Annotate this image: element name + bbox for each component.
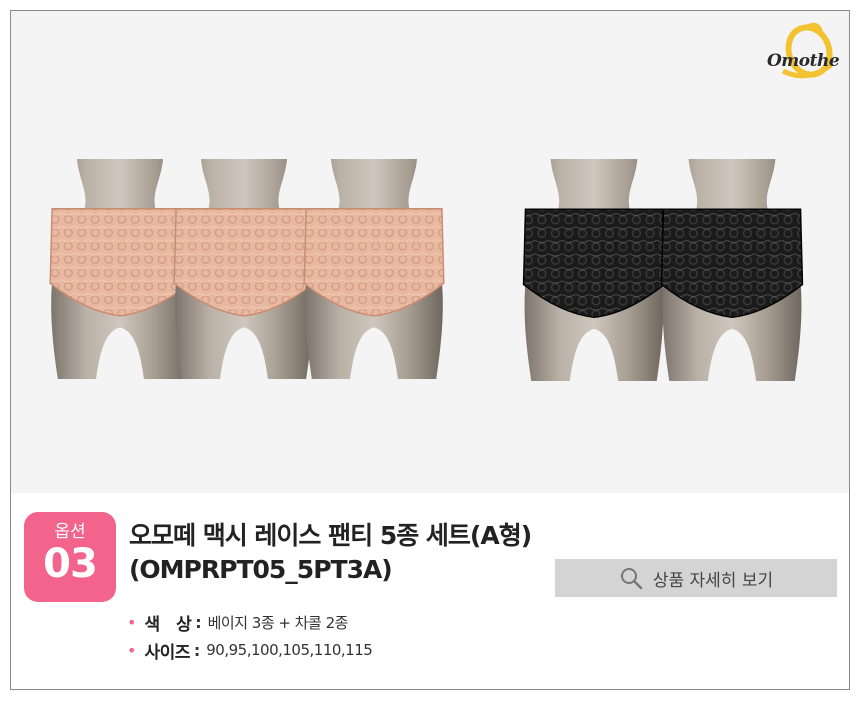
- option-badge: 옵션 03: [24, 512, 116, 602]
- product-image-beige-2: [173, 159, 315, 379]
- spec-label-size: 사이즈: [144, 642, 190, 663]
- product-info: 옵션 03 오모떼 맥시 레이스 팬티 5종 세트(A형) (OMPRPT05_…: [11, 493, 849, 689]
- bullet-icon: •: [127, 612, 137, 632]
- omothe-logo: Omothe: [759, 21, 840, 83]
- spec-separator: :: [193, 640, 201, 660]
- spec-separator: :: [195, 612, 202, 632]
- spec-label-color: 색 상: [144, 614, 192, 635]
- product-specs: • 색 상 : 베이지 3종 + 차콜 2종 • 사이즈 : 90,95,100…: [127, 608, 373, 664]
- spec-row-size: • 사이즈 : 90,95,100,105,110,115: [127, 636, 373, 664]
- spec-row-color: • 색 상 : 베이지 3종 + 차콜 2종: [127, 608, 372, 636]
- logo-text: Omothe: [767, 51, 840, 71]
- view-details-button[interactable]: 상품 자세히 보기: [555, 559, 837, 597]
- product-title: 오모떼 맥시 레이스 팬티 5종 세트(A형) (OMPRPT05_5PT3A): [129, 519, 532, 587]
- product-photo-area: Omothe: [11, 11, 849, 493]
- bullet-icon: •: [127, 640, 137, 660]
- option-label: 옵션: [54, 522, 86, 542]
- view-details-label: 상품 자세히 보기: [652, 570, 774, 591]
- product-option-card: Omothe 옵션 03 오모떼 맥시 레이스 팬티 5종 세트(A형) (OM…: [10, 10, 850, 690]
- option-number: 03: [43, 541, 98, 587]
- product-image-beige-3: [303, 159, 445, 379]
- product-image-charcoal-1: [522, 159, 666, 381]
- product-code: (OMPRPT05_5PT3A): [129, 555, 393, 584]
- product-title-line1: 오모떼 맥시 레이스 팬티 5종 세트(A형): [129, 521, 532, 550]
- spec-value-color: 베이지 3종 + 차콜 2종: [207, 613, 349, 632]
- search-icon: [620, 568, 643, 590]
- spec-value-size: 90,95,100,105,110,115: [206, 641, 373, 659]
- product-image-charcoal-2: [660, 159, 804, 381]
